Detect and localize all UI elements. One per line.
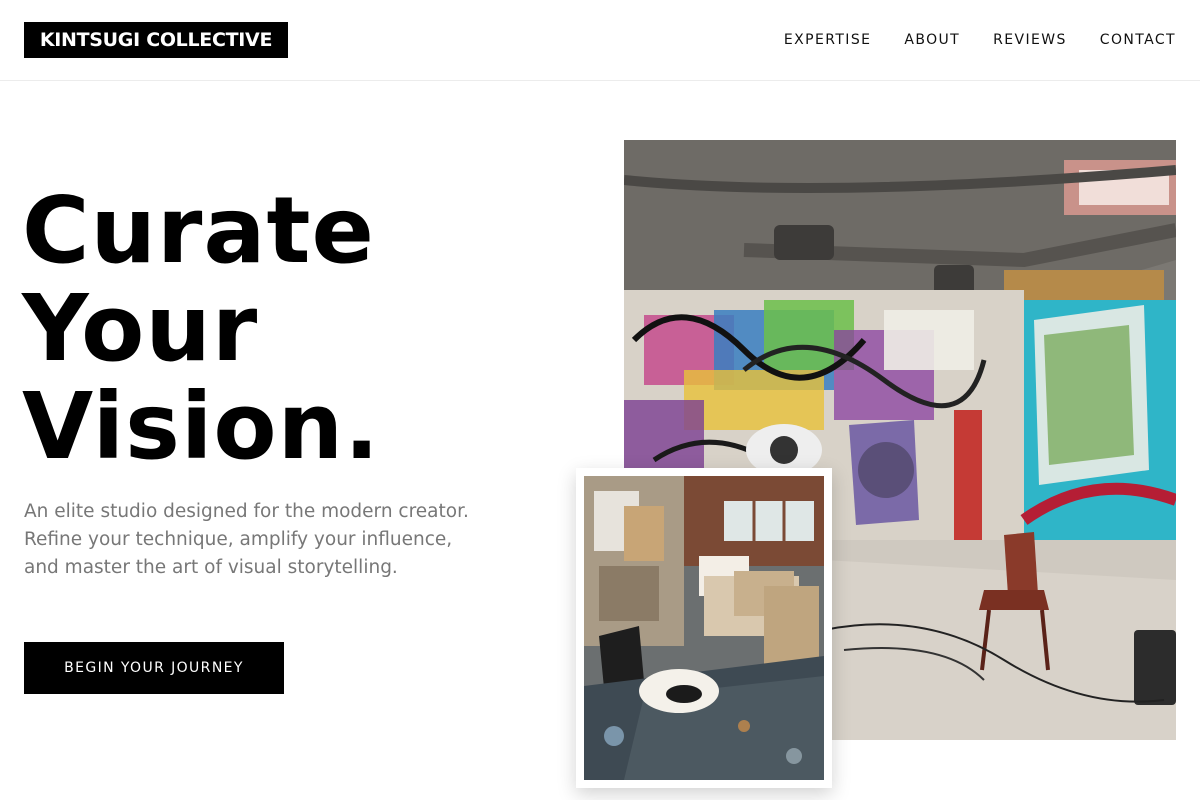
hero-description: An elite studio designed for the modern …: [24, 501, 469, 578]
nav-link-about[interactable]: ABOUT: [904, 31, 960, 49]
headline-line-3: Vision.: [22, 373, 381, 480]
site-header: KINTSUGI COLLECTIVE EXPERTISE ABOUT REVI…: [0, 0, 1200, 81]
headline-line-1: Curate: [22, 177, 375, 284]
logo[interactable]: KINTSUGI COLLECTIVE: [24, 22, 288, 58]
studio-photo-small-frame: [576, 468, 832, 788]
nav-link-contact[interactable]: CONTACT: [1100, 31, 1176, 49]
nav-link-reviews[interactable]: REVIEWS: [993, 31, 1067, 49]
main-nav: EXPERTISE ABOUT REVIEWS CONTACT: [784, 31, 1176, 49]
headline-line-2: Your: [22, 275, 259, 382]
nav-link-expertise[interactable]: EXPERTISE: [784, 31, 871, 49]
hero-headline: Curate Your Vision.: [22, 182, 380, 476]
begin-journey-button[interactable]: BEGIN YOUR JOURNEY: [24, 642, 284, 694]
studio-photo-small: [584, 476, 824, 780]
